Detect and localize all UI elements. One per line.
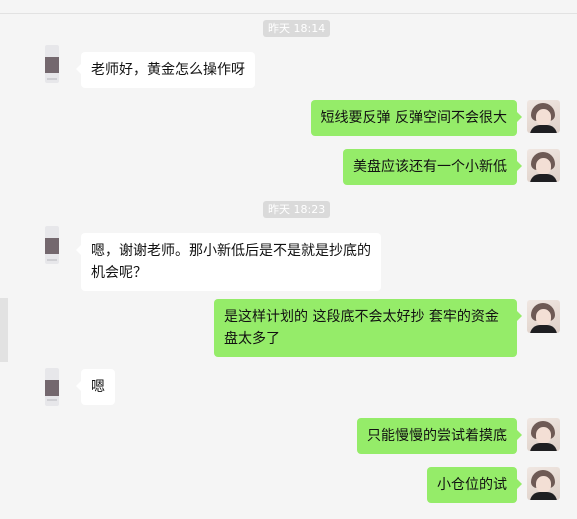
message-bubble-contact[interactable]: 老师好，黄金怎么操作呀 <box>76 52 255 88</box>
message-text-line: 盘太多了 <box>224 331 280 347</box>
message-bubble-me[interactable]: 小仓位的试 <box>427 467 522 503</box>
my-avatar[interactable] <box>527 418 560 451</box>
top-divider <box>0 0 577 14</box>
message-bubble-contact[interactable]: 嗯，谢谢老师。那小新低后是不是就是抄底的 机会呢？ <box>76 233 381 291</box>
timestamp: 昨天 18:14 <box>263 20 331 37</box>
message-bubble-me[interactable]: 只能慢慢的尝试着摸底 <box>357 418 522 454</box>
message-bubble-me[interactable]: 是这样计划的 这段底不会太好抄 套牢的资金 盘太多了 <box>214 299 522 357</box>
my-avatar[interactable] <box>527 149 560 182</box>
message-bubble-me[interactable]: 美盘应该还有一个小新低 <box>343 149 522 185</box>
message-text-line: 机会呢？ <box>91 265 147 281</box>
message-text-line: 是这样计划的 这段底不会太好抄 套牢的资金 <box>224 309 499 325</box>
my-avatar[interactable] <box>527 300 560 333</box>
scrollbar[interactable] <box>0 298 8 362</box>
message-text: 只能慢慢的尝试着摸底 <box>367 428 507 444</box>
my-avatar[interactable] <box>527 467 560 500</box>
message-bubble-me[interactable]: 短线要反弹 反弹空间不会很大 <box>310 100 523 136</box>
message-text: 小仓位的试 <box>437 477 507 493</box>
message-text: 嗯 <box>91 379 105 395</box>
message-text: 老师好，黄金怎么操作呀 <box>91 62 245 78</box>
contact-avatar[interactable] <box>45 226 59 264</box>
timestamp: 昨天 18:23 <box>263 201 331 218</box>
contact-avatar[interactable] <box>45 45 59 83</box>
message-bubble-contact[interactable]: 嗯 <box>76 369 115 405</box>
my-avatar[interactable] <box>527 100 560 133</box>
contact-avatar[interactable] <box>45 368 59 406</box>
message-text: 美盘应该还有一个小新低 <box>353 159 507 175</box>
message-text: 短线要反弹 反弹空间不会很大 <box>320 110 507 126</box>
message-text-line: 嗯，谢谢老师。那小新低后是不是就是抄底的 <box>91 243 371 259</box>
